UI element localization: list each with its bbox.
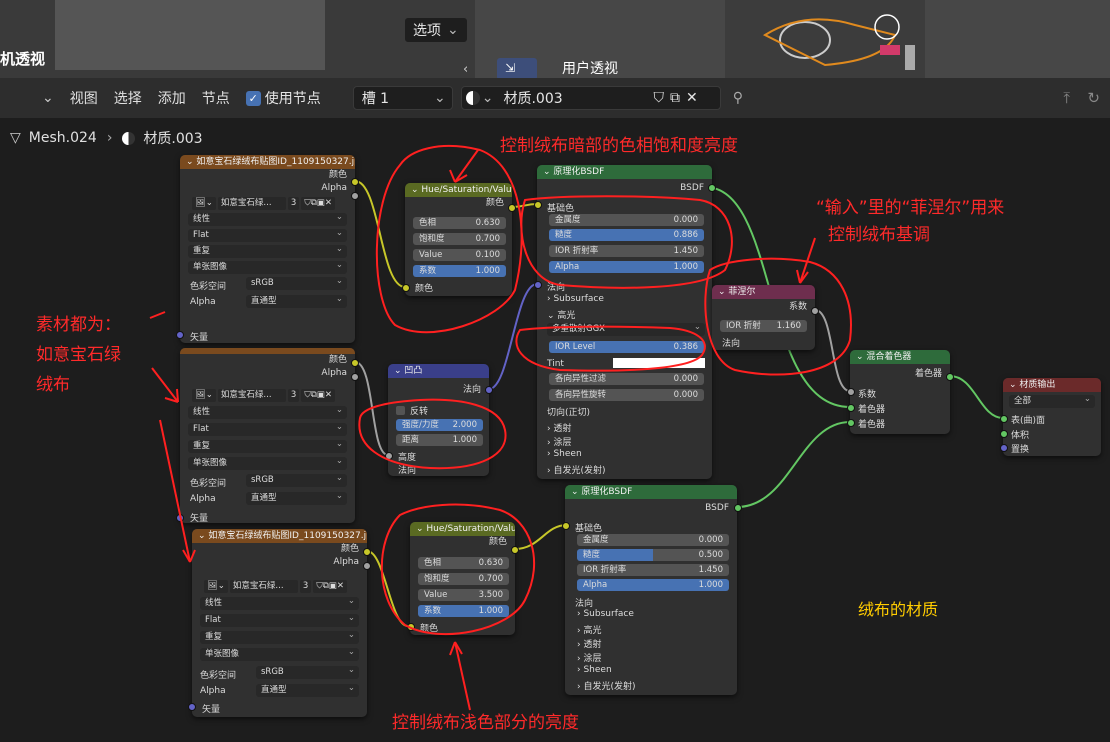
annotation-fresnel-line1: “输入”里的“菲涅尔”用来 bbox=[816, 198, 1005, 218]
annotation-material-line2: 如意宝石绿 bbox=[36, 345, 121, 365]
annotation-strokes bbox=[149, 144, 852, 711]
annotation-hsv1: 控制绒布暗部的色相饱和度亮度 bbox=[500, 136, 738, 156]
annotation-velvet-material: 绒布的材质 bbox=[858, 600, 939, 619]
annotation-hsv2: 控制绒布浅色部分的亮度 bbox=[392, 713, 579, 733]
annotation-material-line3: 绒布 bbox=[36, 375, 70, 395]
annotation-fresnel-line2: 控制绒布基调 bbox=[828, 225, 930, 245]
annotation-material-line1: 素材都为： bbox=[36, 315, 121, 335]
